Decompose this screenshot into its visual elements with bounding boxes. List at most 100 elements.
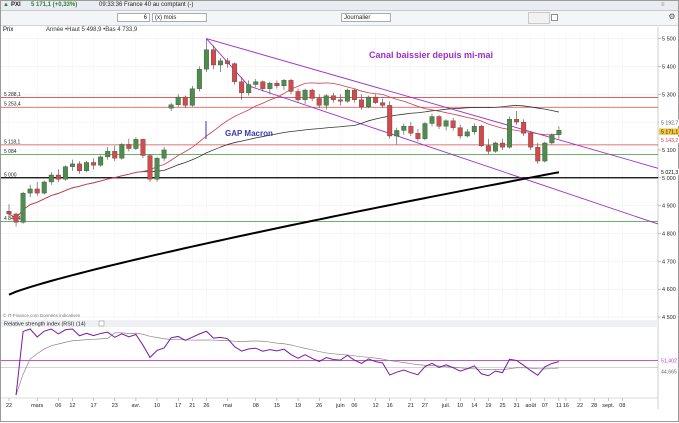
candle <box>387 105 393 137</box>
y-tick-label: 4 600 <box>662 287 676 293</box>
support-line-label: 5 118,1 <box>4 139 21 145</box>
y-tick-label: 5 000 <box>662 176 676 182</box>
y-axis: 5 5005 4005 3005 2005 1005 0004 9004 800… <box>658 37 676 321</box>
candle <box>105 151 111 158</box>
candle <box>13 213 19 223</box>
year-stats: Année •Haut 5 498,9 •Bas 4 733,9 <box>46 27 138 33</box>
candle <box>126 144 132 149</box>
support-line-label: 5 000 <box>4 172 17 178</box>
y-tick-label: 4 800 <box>662 231 676 237</box>
candle <box>500 142 505 148</box>
price-tag: 5 021,3 <box>661 170 678 176</box>
candle <box>161 149 167 159</box>
x-tick-label: 06 <box>351 403 357 409</box>
x-tick-label: 12 <box>69 403 75 409</box>
x-tick-label: août <box>525 403 536 409</box>
y-tick-label: 5 300 <box>662 92 676 98</box>
moving-average-short <box>8 82 559 219</box>
candle <box>84 162 89 171</box>
x-tick-label: 17 <box>175 403 181 409</box>
candle <box>225 60 230 64</box>
channel-annotation: Canal baissier depuis mi-mai <box>369 50 493 60</box>
x-tick-label: 14 <box>471 403 477 409</box>
candle <box>41 181 47 194</box>
candle <box>415 133 421 139</box>
candle <box>239 81 245 94</box>
x-tick-label: 25 <box>499 403 505 409</box>
candle <box>140 139 146 156</box>
x-tick-label: avr. <box>131 403 140 409</box>
candle <box>189 88 195 106</box>
channel-lower-line <box>248 85 659 225</box>
data-source: © IT-Finance.com Données indicatives <box>3 312 81 318</box>
candle <box>464 131 470 137</box>
x-tick-label: 28 <box>591 403 597 409</box>
candle <box>366 96 371 107</box>
candle <box>471 126 477 132</box>
x-tick-label: 21 <box>408 403 414 409</box>
candle <box>175 96 181 105</box>
candle <box>98 156 104 166</box>
chart-window: ▲ PXI 5 171,1 (+0,33%) 09:33:36 France 4… <box>0 0 679 422</box>
candle <box>48 174 54 183</box>
candle <box>436 116 442 127</box>
x-tick-label: 22 <box>6 403 12 409</box>
x-tick-label: 11 <box>556 403 562 409</box>
x-tick-label: 19 <box>295 403 301 409</box>
support-line-label: 5 253,4 <box>4 102 21 108</box>
x-tick-label: 10 <box>457 403 463 409</box>
x-tick-label: juin <box>335 403 345 409</box>
candle <box>457 127 463 137</box>
candle <box>309 89 315 99</box>
candle <box>55 174 61 180</box>
candle <box>485 145 491 152</box>
candle <box>203 49 209 70</box>
candle <box>91 162 97 166</box>
x-tick-label: sept. <box>602 403 614 409</box>
price-tag: 5 171,1 <box>661 130 678 136</box>
candle <box>429 116 435 124</box>
candle <box>492 142 498 152</box>
x-tick-label: 22 <box>577 403 583 409</box>
x-axis: 22 mars 06 12 17 23 avr. 10 17 21 26 mai 08 15 19 26 jui… <box>1 397 658 409</box>
x-tick-label: 16 <box>563 403 569 409</box>
y-tick-label: 5 500 <box>662 37 676 43</box>
rsi-settings-icon[interactable] <box>98 320 105 327</box>
candle <box>295 91 301 100</box>
candle <box>528 133 534 148</box>
x-tick-label: 16 <box>387 403 393 409</box>
y-tick-label: 4 900 <box>662 204 676 210</box>
candle <box>514 119 520 123</box>
x-tick-label: 31 <box>514 403 520 409</box>
x-tick-label: 27 <box>422 403 428 409</box>
support-line-label: 5 084 <box>4 149 17 155</box>
x-tick-label: mai <box>223 403 232 409</box>
candle <box>147 155 153 180</box>
candle <box>316 98 322 106</box>
candle <box>119 144 125 159</box>
candle <box>20 192 26 223</box>
candle <box>549 134 555 144</box>
x-tick-label: 19 <box>485 403 491 409</box>
x-tick-label: 06 <box>55 403 61 409</box>
candle <box>34 188 40 194</box>
rsi-average-line <box>15 332 559 396</box>
rsi-tag: 51,402 <box>661 358 677 364</box>
candle <box>443 120 449 127</box>
candle <box>351 89 357 100</box>
candle <box>535 147 541 162</box>
candle <box>542 142 548 162</box>
candle <box>260 81 266 89</box>
x-tick-label: 23 <box>112 403 118 409</box>
candle <box>359 99 364 107</box>
candle <box>6 211 12 215</box>
candle <box>274 82 280 87</box>
x-tick-label: 26 <box>203 403 209 409</box>
chart-label: Prix <box>3 27 13 33</box>
x-tick-label: 17 <box>91 403 97 409</box>
x-tick-label: 21 <box>189 403 195 409</box>
candle <box>218 60 223 66</box>
candle <box>288 80 294 92</box>
support-line-label: 5 288,1 <box>4 92 21 98</box>
x-tick-label: mars <box>31 403 43 409</box>
